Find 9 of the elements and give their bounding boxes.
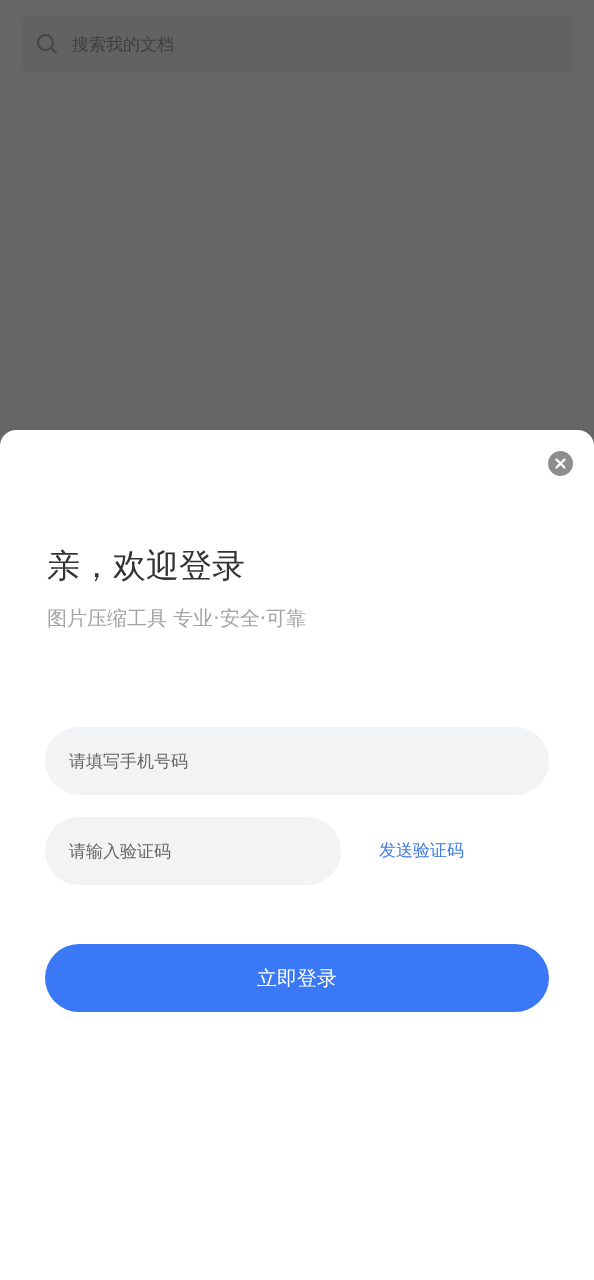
login-button[interactable]: 立即登录 [45, 944, 549, 1012]
close-icon [555, 458, 566, 469]
code-field[interactable]: 请输入验证码 [45, 817, 341, 885]
send-code-link[interactable]: 发送验证码 [379, 838, 464, 864]
close-button[interactable] [548, 451, 573, 476]
search-icon [36, 33, 58, 55]
login-title: 亲，欢迎登录 [47, 545, 246, 587]
login-subtitle: 图片压缩工具 专业·安全·可靠 [47, 605, 308, 632]
phone-field[interactable]: 请填写手机号码 [45, 727, 549, 795]
